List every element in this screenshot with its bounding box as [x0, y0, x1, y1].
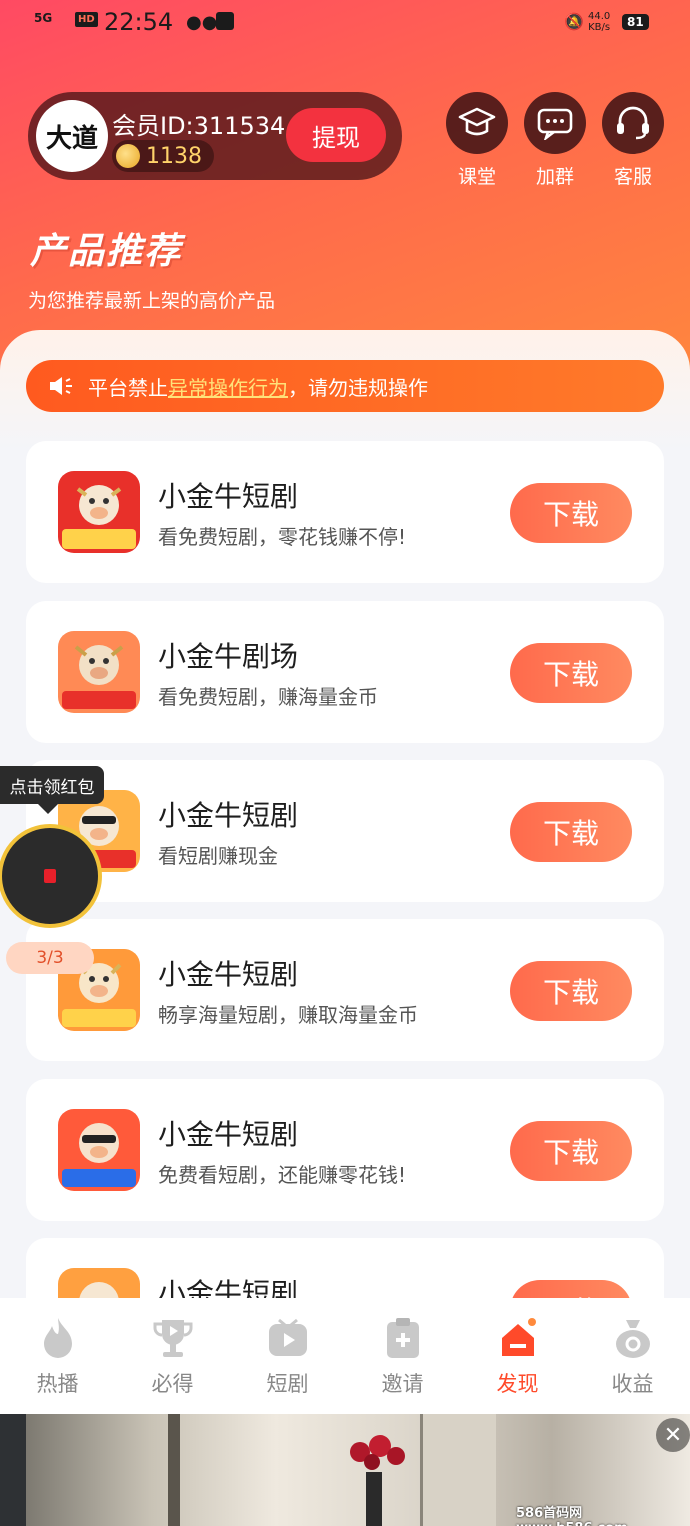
tab-label: 收益	[611, 1372, 654, 1396]
flame-icon	[36, 1316, 80, 1360]
tab-label: 必得	[151, 1372, 194, 1396]
trophy-icon	[151, 1316, 195, 1360]
product-card[interactable]: 小金牛剧场 看免费短剧，赚海量金币 下载	[26, 601, 664, 743]
product-card[interactable]: 小金牛短剧 畅享海量短剧，赚取海量金币 下载	[26, 919, 664, 1061]
tab-short-drama[interactable]: 短剧	[230, 1298, 345, 1414]
product-title: 小金牛剧场	[158, 640, 299, 673]
classroom-button[interactable]: 课堂	[446, 92, 508, 189]
ad-scene	[168, 1414, 180, 1526]
video-icon	[266, 1316, 310, 1360]
speed-value: 44.0	[588, 11, 611, 22]
product-card[interactable]: 小金牛短剧 免费看短剧，还能赚零花钱! 下载	[26, 1079, 664, 1221]
mute-bell-icon: 🔕	[564, 12, 584, 31]
app-icon	[58, 471, 140, 553]
notice-prefix: 平台禁止	[88, 375, 168, 400]
product-description: 免费看短剧，还能赚零花钱!	[158, 1163, 407, 1187]
headset-icon	[602, 92, 664, 154]
chat-group-icon	[524, 92, 586, 154]
product-title: 小金牛短剧	[158, 480, 299, 513]
red-packet-float-button[interactable]	[0, 824, 102, 928]
watermark: 586首码网 www.h586.com	[516, 1506, 628, 1526]
status-time: 22:54	[104, 8, 174, 36]
bottom-tab-bar: 热播 必得 短剧 邀请 发现 收益	[0, 1298, 690, 1414]
download-button[interactable]: 下载	[510, 961, 632, 1021]
speaker-icon	[50, 377, 72, 395]
red-packet-icon	[44, 869, 56, 883]
product-title: 小金牛短剧	[158, 958, 299, 991]
section-title: 产品推荐	[30, 231, 183, 272]
tab-hot[interactable]: 热播	[0, 1298, 115, 1414]
tab-earnings[interactable]: 收益	[575, 1298, 690, 1414]
product-description: 看免费短剧，赚海量金币	[158, 685, 378, 709]
product-description: 看短剧赚现金	[158, 844, 278, 868]
coin-balance: 1138	[112, 140, 214, 172]
download-button[interactable]: 下载	[510, 643, 632, 703]
tab-label: 热播	[36, 1372, 79, 1396]
speed-unit: KB/s	[588, 22, 611, 33]
red-packet-tip[interactable]: 点击领红包	[0, 766, 104, 814]
ad-scene	[0, 1414, 26, 1526]
flower-vase-icon	[350, 1435, 405, 1526]
tab-must-get[interactable]: 必得	[115, 1298, 230, 1414]
product-description: 看免费短剧，零花钱赚不停!	[158, 525, 407, 549]
product-description: 畅享海量短剧，赚取海量金币	[158, 1003, 418, 1027]
app-icon	[58, 631, 140, 713]
app-icon	[58, 1109, 140, 1191]
member-panel: 大道 会员ID:311534 1138 提现	[28, 92, 402, 180]
hd-badge: HD	[75, 12, 98, 27]
notice-suffix: ，请勿违规操作	[288, 375, 428, 400]
download-button[interactable]: 下载	[510, 1121, 632, 1181]
network-speed: 44.0 KB/s	[588, 11, 610, 33]
red-packet-count: 3/3	[6, 942, 94, 974]
section-subtitle: 为您推荐最新上架的高价产品	[28, 290, 276, 312]
coin-value: 1138	[146, 143, 202, 169]
status-bar: 5G HD 22:54 ●● 🔕 44.0 KB/s 81	[0, 0, 690, 50]
withdraw-button[interactable]: 提现	[286, 108, 386, 162]
discover-home-icon	[496, 1316, 540, 1360]
avatar[interactable]: 大道	[36, 100, 108, 172]
shopping-bag-icon	[216, 12, 234, 30]
tab-label: 邀请	[381, 1372, 424, 1396]
product-card[interactable]: 小金牛短剧 看免费短剧，零花钱赚不停! 下载	[26, 441, 664, 583]
classroom-label: 课堂	[457, 166, 496, 188]
graduation-cap-icon	[446, 92, 508, 154]
wechat-icon: ●●	[186, 12, 218, 33]
customer-service-button[interactable]: 客服	[602, 92, 664, 189]
clipboard-plus-icon	[381, 1316, 425, 1360]
notice-bar: 平台禁止 异常操作行为 ，请勿违规操作	[26, 360, 664, 412]
signal-indicator: 5G	[34, 11, 53, 25]
product-title: 小金牛短剧	[158, 1118, 299, 1151]
avatar-text: 大道	[45, 123, 98, 154]
join-group-label: 加群	[535, 166, 574, 188]
close-icon[interactable]: ✕	[656, 1418, 690, 1452]
coin-icon	[116, 144, 140, 168]
product-title: 小金牛短剧	[158, 799, 299, 832]
member-id: 会员ID:311534	[112, 112, 286, 140]
battery-level: 81	[622, 14, 649, 30]
tab-label: 发现	[496, 1372, 539, 1396]
tab-discover[interactable]: 发现	[460, 1298, 575, 1414]
download-button[interactable]: 下载	[510, 802, 632, 862]
tab-label: 短剧	[266, 1372, 309, 1396]
tab-invite[interactable]: 邀请	[345, 1298, 460, 1414]
notice-highlight[interactable]: 异常操作行为	[168, 372, 288, 401]
join-group-button[interactable]: 加群	[524, 92, 586, 189]
customer-service-label: 客服	[613, 166, 652, 188]
product-card[interactable]: 小金牛短剧 看短剧赚现金 下载	[26, 760, 664, 902]
money-bag-icon	[611, 1316, 655, 1360]
ad-scene	[420, 1414, 496, 1526]
download-button[interactable]: 下载	[510, 483, 632, 543]
